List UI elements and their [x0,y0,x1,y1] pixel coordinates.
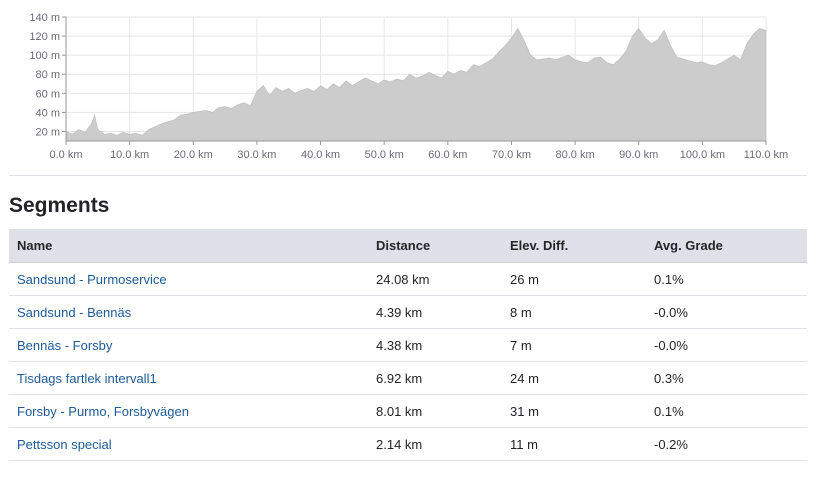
segment-link[interactable]: Sandsund - Purmoservice [17,272,167,287]
y-tick-label: 40 m [36,107,60,119]
segment-elev-diff: 11 m [502,427,646,461]
y-tick-label: 20 m [36,126,60,138]
x-tick-label: 50.0 km [365,149,404,161]
segment-distance: 8.01 km [368,394,502,428]
segment-distance: 24.08 km [368,262,502,296]
segment-name-cell: Pettsson special [9,427,368,461]
x-tick-label: 30.0 km [237,149,276,161]
segment-name-cell: Sandsund - Purmoservice [9,262,368,296]
x-tick-label: 110.0 km [744,149,788,161]
x-tick-label: 80.0 km [556,149,595,161]
x-tick-label: 0.0 km [49,149,82,161]
segments-table-body: Sandsund - Purmoservice 24.08 km 26 m 0.… [9,262,807,461]
table-row: Bennäs - Forsby 4.38 km 7 m -0.0% [9,328,807,362]
segment-link[interactable]: Tisdags fartlek intervall1 [17,371,157,386]
segment-avg-grade: 0.1% [646,262,807,296]
y-tick-label: 140 m [29,12,60,24]
x-tick-label: 100.0 km [680,149,725,161]
segments-title: Segments [9,194,110,217]
column-header-distance[interactable]: Distance [368,229,502,263]
y-tick-label: 80 m [36,69,60,81]
x-tick-label: 70.0 km [492,149,531,161]
segment-link[interactable]: Forsby - Purmo, Forsbyvägen [17,404,189,419]
table-row: Forsby - Purmo, Forsbyvägen 8.01 km 31 m… [9,394,807,428]
y-tick-label: 60 m [36,88,60,100]
table-row: Sandsund - Purmoservice 24.08 km 26 m 0.… [9,262,807,296]
segment-elev-diff: 26 m [502,262,646,296]
segment-distance: 6.92 km [368,361,502,395]
y-tick-label: 120 m [29,31,60,43]
segment-avg-grade: 0.1% [646,394,807,428]
chart-divider [9,175,807,176]
table-row: Tisdags fartlek intervall1 6.92 km 24 m … [9,361,807,395]
segment-avg-grade: -0.0% [646,295,807,329]
column-header-elev-diff[interactable]: Elev. Diff. [502,229,646,263]
column-header-avg-grade[interactable]: Avg. Grade [646,229,807,263]
segment-name-cell: Bennäs - Forsby [9,328,368,362]
chart-area-layer [65,27,767,142]
x-tick-label: 90.0 km [619,149,658,161]
segments-table-header: Name Distance Elev. Diff. Avg. Grade [9,229,807,263]
segment-avg-grade: 0.3% [646,361,807,395]
segment-link[interactable]: Pettsson special [17,437,112,452]
segment-link[interactable]: Sandsund - Bennäs [17,305,131,320]
segment-distance: 4.39 km [368,295,502,329]
segment-name-cell: Tisdags fartlek intervall1 [9,361,368,395]
y-tick-label: 100 m [29,50,60,62]
table-header-row: Name Distance Elev. Diff. Avg. Grade [9,229,807,263]
y-axis-labels: 20 m 40 m 60 m 80 m 100 m 120 m 140 m [29,12,60,138]
segments-table: Name Distance Elev. Diff. Avg. Grade San… [9,229,807,461]
x-tick-label: 40.0 km [301,149,340,161]
segment-avg-grade: -0.0% [646,328,807,362]
segment-name-cell: Forsby - Purmo, Forsbyvägen [9,394,368,428]
segment-elev-diff: 24 m [502,361,646,395]
elevation-area [65,27,767,142]
table-row: Sandsund - Bennäs 4.39 km 8 m -0.0% [9,295,807,329]
segment-distance: 2.14 km [368,427,502,461]
segment-avg-grade: -0.2% [646,427,807,461]
segment-elev-diff: 8 m [502,295,646,329]
table-row: Pettsson special 2.14 km 11 m -0.2% [9,427,807,461]
segment-name-cell: Sandsund - Bennäs [9,295,368,329]
x-tick-label: 20.0 km [174,149,213,161]
segment-distance: 4.38 km [368,328,502,362]
x-tick-label: 60.0 km [428,149,467,161]
segment-elev-diff: 7 m [502,328,646,362]
segment-link[interactable]: Bennäs - Forsby [17,338,112,353]
x-tick-label: 10.0 km [110,149,149,161]
segment-elev-diff: 31 m [502,394,646,428]
column-header-name[interactable]: Name [9,229,368,263]
x-axis-labels: 0.0 km 10.0 km 20.0 km 30.0 km 40.0 km 50.0 k… [49,149,788,161]
elevation-chart: 20 m 40 m 60 m 80 m 100 m 120 m 140 m 0.0 km 10… [29,12,788,161]
